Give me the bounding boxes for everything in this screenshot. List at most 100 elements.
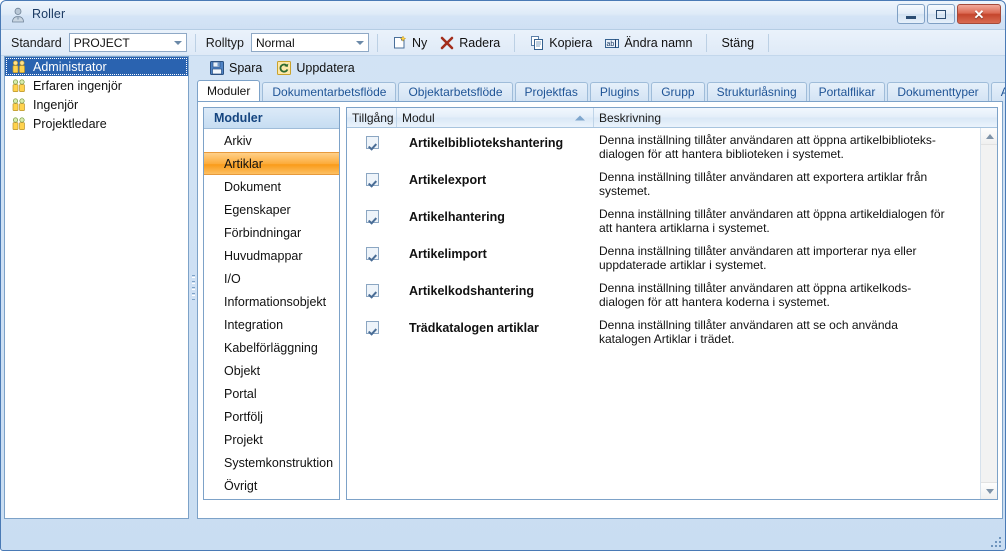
save-button-label: Spara xyxy=(229,61,263,75)
module-item-projekt[interactable]: Projekt xyxy=(204,428,339,451)
module-label: I/O xyxy=(224,271,241,286)
tab-label: Grupp xyxy=(661,85,695,99)
access-checkbox[interactable] xyxy=(365,136,379,149)
table-row[interactable]: Artikelexport Denna inställning tillåter… xyxy=(347,165,997,202)
tab-grupp[interactable]: Grupp xyxy=(651,82,705,101)
tab-dokumentarbetsflode[interactable]: Dokumentarbetsflöde xyxy=(262,82,397,101)
close-button[interactable]: ✕ xyxy=(957,4,1001,24)
grid-cell-beskrivning: Denna inställning tillåter användaren at… xyxy=(599,207,945,235)
module-item-objekt[interactable]: Objekt xyxy=(204,359,339,382)
delete-button-label: Radera xyxy=(459,35,501,50)
users-icon xyxy=(12,78,25,92)
table-row[interactable]: Trädkatalogen artiklar Denna inställning… xyxy=(347,313,997,350)
tab-label: Objektarbetsflöde xyxy=(408,85,503,99)
chevron-down-icon xyxy=(985,488,994,494)
scroll-down-button[interactable] xyxy=(981,482,997,499)
refresh-button[interactable]: Uppdatera xyxy=(270,58,360,79)
grid-column-label: Beskrivning xyxy=(599,110,662,125)
tab-label: Moduler xyxy=(207,84,251,98)
module-item-dokument[interactable]: Dokument xyxy=(204,175,339,198)
tab-portalflikar[interactable]: Portalflikar xyxy=(808,82,886,101)
window-buttons: ✕ xyxy=(897,4,1001,24)
module-item-informationsobjekt[interactable]: Informationsobjekt xyxy=(204,290,339,313)
rolltyp-combo-value: Normal xyxy=(255,35,295,50)
module-item-huvudmappar[interactable]: Huvudmappar xyxy=(204,244,339,267)
access-checkbox[interactable] xyxy=(365,173,379,186)
save-button[interactable]: Spara xyxy=(203,58,268,79)
tab-dokumenttyper[interactable]: Dokumenttyper xyxy=(887,82,989,101)
grid-cell-modul: Artikelkodshantering xyxy=(409,284,535,298)
tab-projektfas[interactable]: Projektfas xyxy=(514,82,588,101)
module-item-kabelforlaggning[interactable]: Kabelförläggning xyxy=(204,336,339,359)
table-row[interactable]: Artikelbibliotekshantering Denna inställ… xyxy=(347,128,997,165)
role-item-ingenjor[interactable]: Ingenjör xyxy=(5,95,188,114)
module-label: Projekt xyxy=(224,432,263,447)
grid-cell-modul: Artikelimport xyxy=(409,247,487,261)
table-row[interactable]: Artikelhantering Denna inställning tillå… xyxy=(347,202,997,239)
grid-vertical-scrollbar[interactable] xyxy=(980,128,997,499)
refresh-icon xyxy=(277,61,292,75)
module-item-systemkonstruktion[interactable]: Systemkonstruktion xyxy=(204,451,339,474)
chevron-down-icon xyxy=(173,40,182,45)
role-item-projektledare[interactable]: Projektledare xyxy=(5,114,188,133)
module-item-ovrigt[interactable]: Övrigt xyxy=(204,474,339,497)
grid-cell-tillgang xyxy=(347,202,397,223)
save-toolbar: Spara Uppdatera xyxy=(197,56,1003,80)
module-item-portfolj[interactable]: Portfölj xyxy=(204,405,339,428)
grid-cell-tillgang xyxy=(347,239,397,260)
access-checkbox[interactable] xyxy=(365,321,379,334)
resize-grip[interactable] xyxy=(987,533,1001,547)
module-item-artiklar[interactable]: Artiklar xyxy=(204,152,339,175)
delete-x-icon xyxy=(440,36,454,49)
grid-cell-modul: Artikelhantering xyxy=(409,210,505,224)
panel-splitter[interactable] xyxy=(190,56,197,519)
minimize-button[interactable] xyxy=(897,4,925,24)
tab-plugins[interactable]: Plugins xyxy=(589,82,650,101)
module-item-portal[interactable]: Portal xyxy=(204,382,339,405)
grid-cell-modul: Artikelexport xyxy=(409,173,487,187)
module-item-arkiv[interactable]: Arkiv xyxy=(204,129,339,152)
standard-combo[interactable]: PROJECT xyxy=(68,33,187,52)
grid-header-row: Tillgång Modul Beskrivning xyxy=(347,108,997,128)
role-label: Projektledare xyxy=(33,116,107,131)
access-checkbox[interactable] xyxy=(365,210,379,223)
table-row[interactable]: Artikelkodshantering Denna inställning t… xyxy=(347,276,997,313)
tab-objektarbetsflode[interactable]: Objektarbetsflöde xyxy=(398,82,513,101)
module-label: Integration xyxy=(224,317,284,332)
module-item-forbindningar[interactable]: Förbindningar xyxy=(204,221,339,244)
rolltyp-combo[interactable]: Normal xyxy=(250,33,369,52)
maximize-button[interactable] xyxy=(927,4,955,24)
rename-abc-icon: ab xyxy=(605,38,620,48)
new-button[interactable]: Ny xyxy=(386,32,433,53)
module-item-io[interactable]: I/O xyxy=(204,267,339,290)
modules-list: Moduler Arkiv Artiklar Dokument Egenskap… xyxy=(203,107,340,500)
close-toolbar-button[interactable]: Stäng xyxy=(715,32,760,53)
tab-label: Dokumentarbetsflöde xyxy=(272,85,387,99)
grid-column-label: Modul xyxy=(402,110,435,125)
module-item-integration[interactable]: Integration xyxy=(204,313,339,336)
table-row[interactable]: Artikelimport Denna inställning tillåter… xyxy=(347,239,997,276)
users-icon xyxy=(12,59,25,73)
role-label: Erfaren ingenjör xyxy=(33,78,122,93)
grid-cell-modul: Trädkatalogen artiklar xyxy=(409,321,539,335)
module-item-egenskaper[interactable]: Egenskaper xyxy=(204,198,339,221)
grid-cell-modul: Artikelbibliotekshantering xyxy=(409,136,564,150)
delete-button[interactable]: Radera xyxy=(433,32,506,53)
grid-column-modul[interactable]: Modul xyxy=(397,108,594,127)
access-checkbox[interactable] xyxy=(365,284,379,297)
grid-column-tillgang[interactable]: Tillgång xyxy=(347,108,397,127)
module-label: Systemkonstruktion xyxy=(224,455,334,470)
role-item-administrator[interactable]: Administrator xyxy=(5,57,188,76)
standard-combo-value: PROJECT xyxy=(73,35,130,50)
tab-strukturlasning[interactable]: Strukturlåsning xyxy=(706,82,807,101)
role-item-erfaren-ingenjor[interactable]: Erfaren ingenjör xyxy=(5,76,188,95)
scroll-up-button[interactable] xyxy=(981,128,997,145)
access-checkbox[interactable] xyxy=(365,247,379,260)
role-label: Ingenjör xyxy=(33,97,79,112)
rename-button[interactable]: ab Ändra namn xyxy=(598,32,698,53)
main-toolbar: Standard PROJECT Rolltyp Normal Ny Rader… xyxy=(1,30,1005,56)
tab-moduler[interactable]: Moduler xyxy=(197,80,261,101)
tab-anvandare[interactable]: Användare xyxy=(990,82,1005,101)
grid-column-beskrivning[interactable]: Beskrivning xyxy=(594,108,979,127)
copy-button[interactable]: Kopiera xyxy=(523,32,598,53)
